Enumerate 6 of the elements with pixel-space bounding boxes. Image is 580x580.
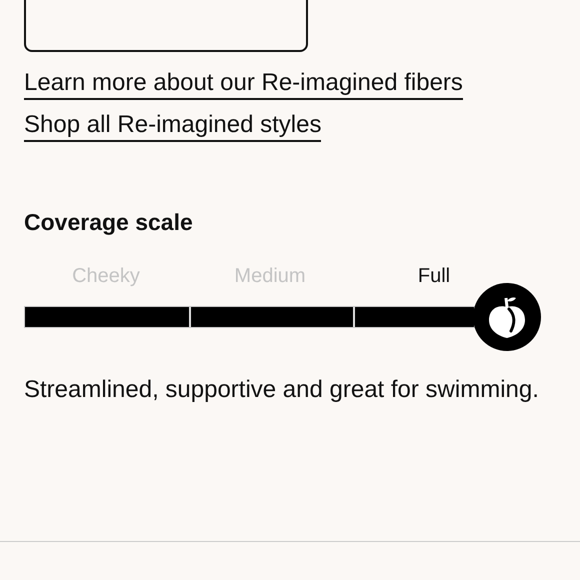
- section-heading: Coverage scale: [24, 208, 194, 237]
- text-link[interactable]: Shop all Re-imagined styles: [24, 110, 322, 142]
- coverage-option[interactable]: Full: [418, 264, 450, 288]
- peach-icon: [487, 295, 527, 339]
- coverage-description: Streamlined, supportive and great for swimming.: [24, 376, 540, 404]
- text-link[interactable]: Learn more about our Re-imagined fibers: [24, 68, 463, 100]
